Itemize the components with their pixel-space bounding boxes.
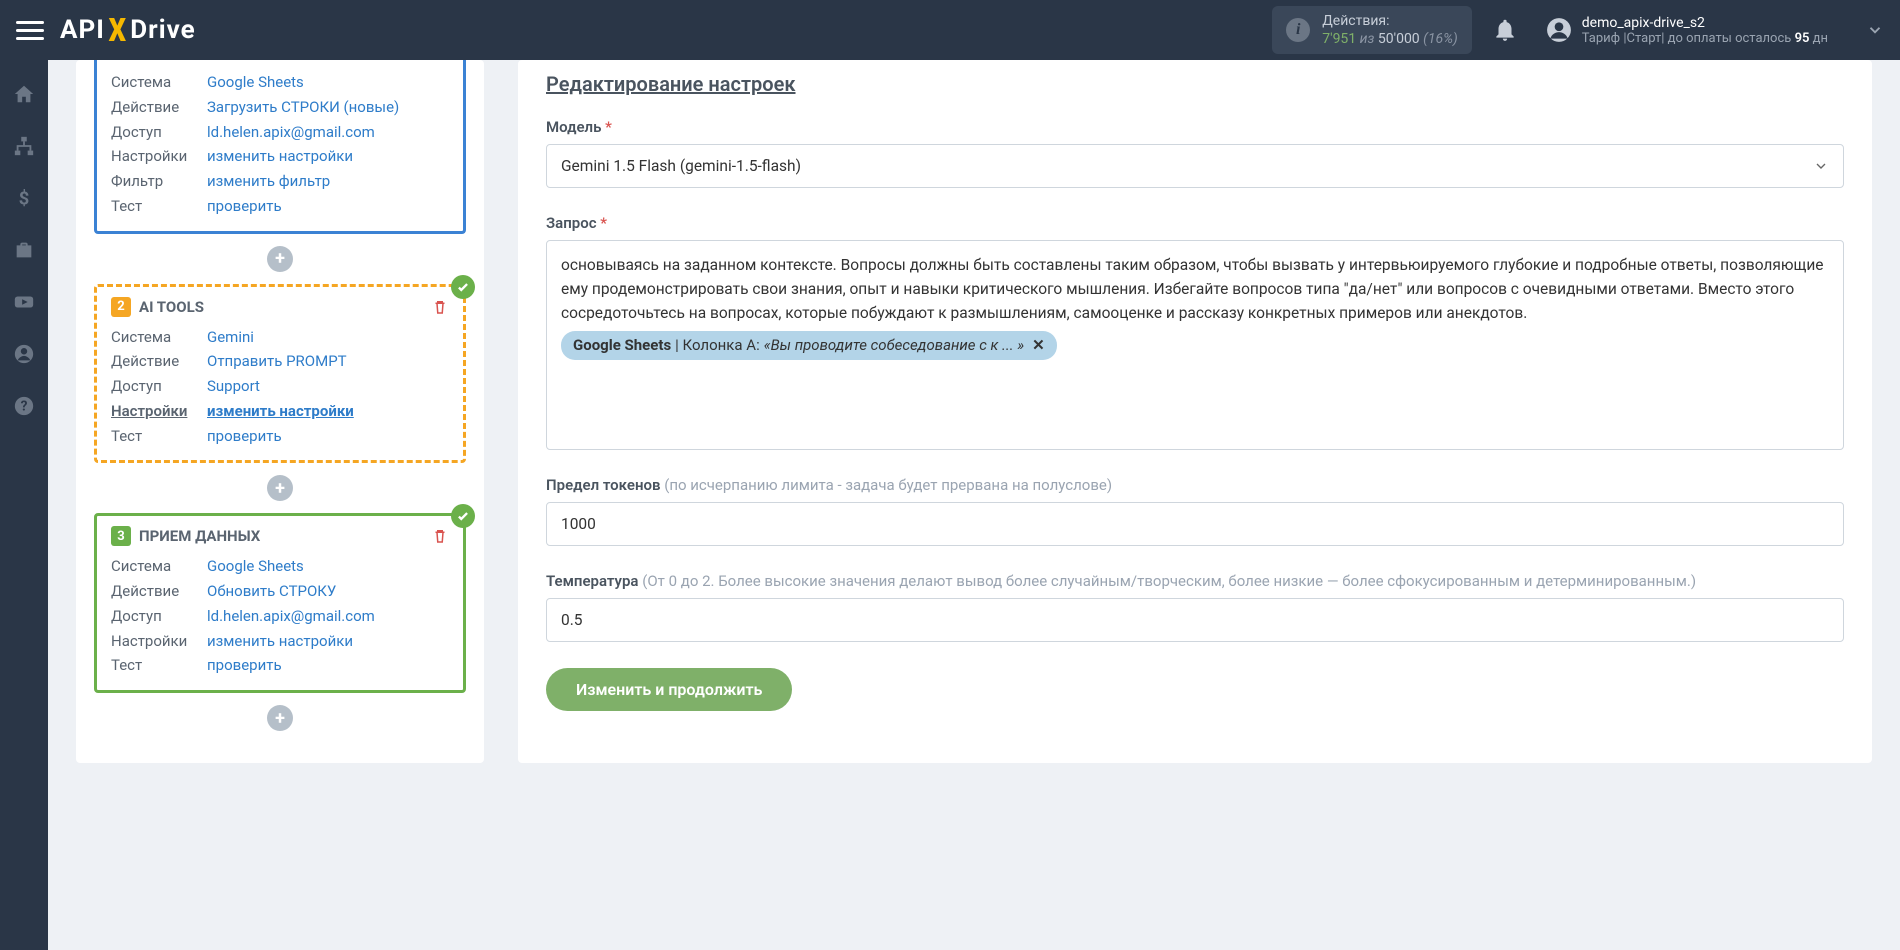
link-access[interactable]: ld.helen.apix@gmail.com xyxy=(207,120,375,145)
card-destination: 3 ПРИЕМ ДАННЫХ СистемаGoogle Sheets Дейс… xyxy=(94,513,466,693)
link-settings[interactable]: изменить настройки xyxy=(207,399,354,424)
actions-counter[interactable]: i Действия: 7'951 из 50'000 (16%) xyxy=(1272,6,1472,54)
check-icon xyxy=(451,504,475,528)
link-action[interactable]: Отправить PROMPT xyxy=(207,349,347,374)
link-filter[interactable]: изменить фильтр xyxy=(207,169,330,194)
temperature-input[interactable] xyxy=(546,598,1844,642)
link-system[interactable]: Google Sheets xyxy=(207,554,304,579)
home-icon[interactable] xyxy=(0,72,48,116)
connections-icon[interactable] xyxy=(0,124,48,168)
svg-text:?: ? xyxy=(21,399,28,415)
menu-button[interactable] xyxy=(16,16,44,44)
link-system[interactable]: Gemini xyxy=(207,325,254,350)
link-access[interactable]: Support xyxy=(207,374,260,399)
delete-icon[interactable] xyxy=(431,298,449,316)
check-icon xyxy=(451,275,475,299)
link-system[interactable]: Google Sheets xyxy=(207,70,304,95)
chevron-down-icon xyxy=(1813,158,1829,174)
link-access[interactable]: ld.helen.apix@gmail.com xyxy=(207,604,375,629)
query-textarea[interactable]: основываясь на заданном контексте. Вопро… xyxy=(546,240,1844,450)
card-title: ПРИЕМ ДАННЫХ xyxy=(139,527,260,545)
card-ai-tools: 2 AI TOOLS СистемаGemini ДействиеОтправи… xyxy=(94,284,466,464)
step-number: 2 xyxy=(111,297,131,317)
tokens-input[interactable] xyxy=(546,502,1844,546)
settings-form: Редактирование настроек Модель * Gemini … xyxy=(518,60,1872,763)
topbar: APIXDrive i Действия: 7'951 из 50'000 (1… xyxy=(0,0,1900,60)
card-source: СистемаGoogle Sheets ДействиеЗагрузить С… xyxy=(94,60,466,234)
actions-label: Действия: xyxy=(1322,12,1458,30)
delete-icon[interactable] xyxy=(431,527,449,545)
link-action[interactable]: Загрузить СТРОКИ (новые) xyxy=(207,95,399,120)
link-settings[interactable]: изменить настройки xyxy=(207,144,353,169)
link-test[interactable]: проверить xyxy=(207,194,282,219)
link-action[interactable]: Обновить СТРОКУ xyxy=(207,579,336,604)
link-settings[interactable]: изменить настройки xyxy=(207,629,353,654)
sidebar: $ ? xyxy=(0,60,48,950)
add-step-button[interactable]: + xyxy=(267,705,293,731)
step-number: 3 xyxy=(111,526,131,546)
username: demo_apix-drive_s2 xyxy=(1582,15,1828,31)
logo[interactable]: APIXDrive xyxy=(60,11,196,49)
model-label: Модель * xyxy=(546,118,1844,136)
steps-column: СистемаGoogle Sheets ДействиеЗагрузить С… xyxy=(76,60,484,763)
remove-tag-icon[interactable]: ✕ xyxy=(1032,334,1045,357)
bell-icon[interactable] xyxy=(1492,17,1518,43)
add-step-button[interactable]: + xyxy=(267,246,293,272)
form-heading: Редактирование настроек xyxy=(546,72,1844,96)
link-test[interactable]: проверить xyxy=(207,424,282,449)
user-icon[interactable] xyxy=(0,332,48,376)
svg-text:$: $ xyxy=(19,188,30,209)
help-icon[interactable]: ? xyxy=(0,384,48,428)
submit-button[interactable]: Изменить и продолжить xyxy=(546,668,792,711)
dollar-icon[interactable]: $ xyxy=(0,176,48,220)
chevron-down-icon[interactable] xyxy=(1866,21,1884,39)
model-select[interactable]: Gemini 1.5 Flash (gemini-1.5-flash) xyxy=(546,144,1844,188)
card-title: AI TOOLS xyxy=(139,298,204,316)
avatar-icon xyxy=(1546,17,1572,43)
tokens-label: Предел токенов (по исчерпанию лимита - з… xyxy=(546,476,1844,494)
briefcase-icon[interactable] xyxy=(0,228,48,272)
variable-tag[interactable]: Google Sheets | Колонка A: «Вы проводите… xyxy=(561,331,1057,360)
user-menu[interactable]: demo_apix-drive_s2 Тариф |Старт| до опла… xyxy=(1546,15,1828,46)
add-step-button[interactable]: + xyxy=(267,475,293,501)
tariff-info: Тариф |Старт| до оплаты осталось 95 дн xyxy=(1582,31,1828,46)
temperature-label: Температура (От 0 до 2. Более высокие зн… xyxy=(546,572,1844,590)
link-test[interactable]: проверить xyxy=(207,653,282,678)
query-label: Запрос * xyxy=(546,214,1844,232)
video-icon[interactable] xyxy=(0,280,48,324)
info-icon: i xyxy=(1286,18,1310,42)
